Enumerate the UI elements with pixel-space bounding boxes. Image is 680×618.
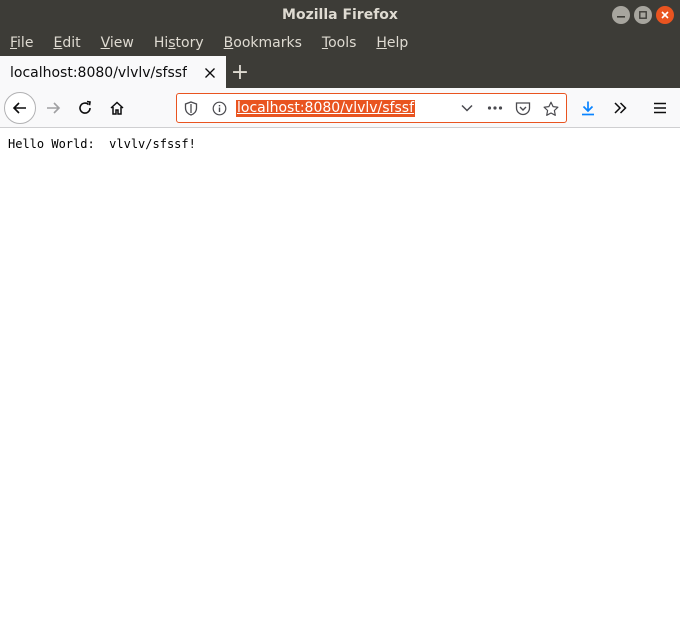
close-window-button[interactable] — [656, 6, 674, 24]
page-actions-ellipsis-icon[interactable] — [487, 101, 503, 119]
url-text[interactable]: localhost:8080/vlvlv/sfssf — [236, 100, 415, 117]
close-icon — [661, 11, 669, 19]
window-controls — [612, 6, 674, 24]
overflow-menu-button[interactable] — [604, 92, 636, 124]
menu-help[interactable]: Help — [376, 35, 408, 51]
info-icon[interactable] — [212, 101, 227, 120]
new-tab-button[interactable]: + — [226, 56, 254, 88]
pocket-icon[interactable] — [515, 101, 531, 120]
reload-icon — [79, 100, 91, 114]
close-icon — [205, 68, 215, 78]
window-titlebar: Mozilla Firefox — [0, 0, 680, 30]
minimize-button[interactable] — [612, 6, 630, 24]
minimize-icon — [617, 16, 625, 18]
navigation-toolbar: localhost:8080/vlvlv/sfssf — [0, 88, 680, 128]
home-icon — [110, 100, 124, 115]
url-bar[interactable]: localhost:8080/vlvlv/sfssf — [176, 93, 567, 123]
tab-active[interactable]: localhost:8080/vlvlv/sfssf — [0, 56, 226, 88]
menu-history[interactable]: History — [154, 35, 204, 51]
menu-edit[interactable]: Edit — [53, 35, 80, 51]
tab-strip: localhost:8080/vlvlv/sfssf + — [0, 56, 680, 88]
maximize-button[interactable] — [634, 6, 652, 24]
maximize-icon — [639, 11, 647, 19]
menu-bar: File Edit View History Bookmarks Tools H… — [0, 30, 680, 56]
bookmark-star-icon[interactable] — [543, 101, 559, 121]
arrow-left-icon — [12, 101, 26, 114]
hamburger-menu-button[interactable] — [644, 92, 676, 124]
plus-icon: + — [230, 59, 250, 85]
hamburger-menu-icon — [654, 102, 666, 114]
tracking-protection-shield-icon[interactable] — [184, 101, 198, 120]
tab-close-button[interactable] — [204, 64, 216, 83]
tab-title: localhost:8080/vlvlv/sfssf — [10, 65, 187, 81]
back-button[interactable] — [4, 91, 36, 124]
reload-button[interactable] — [69, 92, 101, 124]
menu-view[interactable]: View — [101, 35, 134, 51]
downloads-button[interactable] — [572, 92, 604, 124]
arrow-right-icon — [47, 101, 61, 114]
download-arrow-icon — [582, 101, 594, 116]
page-body-text: Hello World: vlvlv/sfssf! — [8, 137, 196, 151]
double-chevron-right-icon — [614, 102, 627, 114]
home-button[interactable] — [101, 92, 133, 124]
page-content: Hello World: vlvlv/sfssf! — [0, 129, 680, 618]
forward-button[interactable] — [37, 92, 69, 124]
menu-bookmarks[interactable]: Bookmarks — [224, 35, 302, 51]
window-title: Mozilla Firefox — [282, 7, 398, 23]
menu-file[interactable]: File — [10, 35, 33, 51]
chevron-down-icon[interactable] — [460, 101, 474, 119]
menu-tools[interactable]: Tools — [322, 35, 357, 51]
